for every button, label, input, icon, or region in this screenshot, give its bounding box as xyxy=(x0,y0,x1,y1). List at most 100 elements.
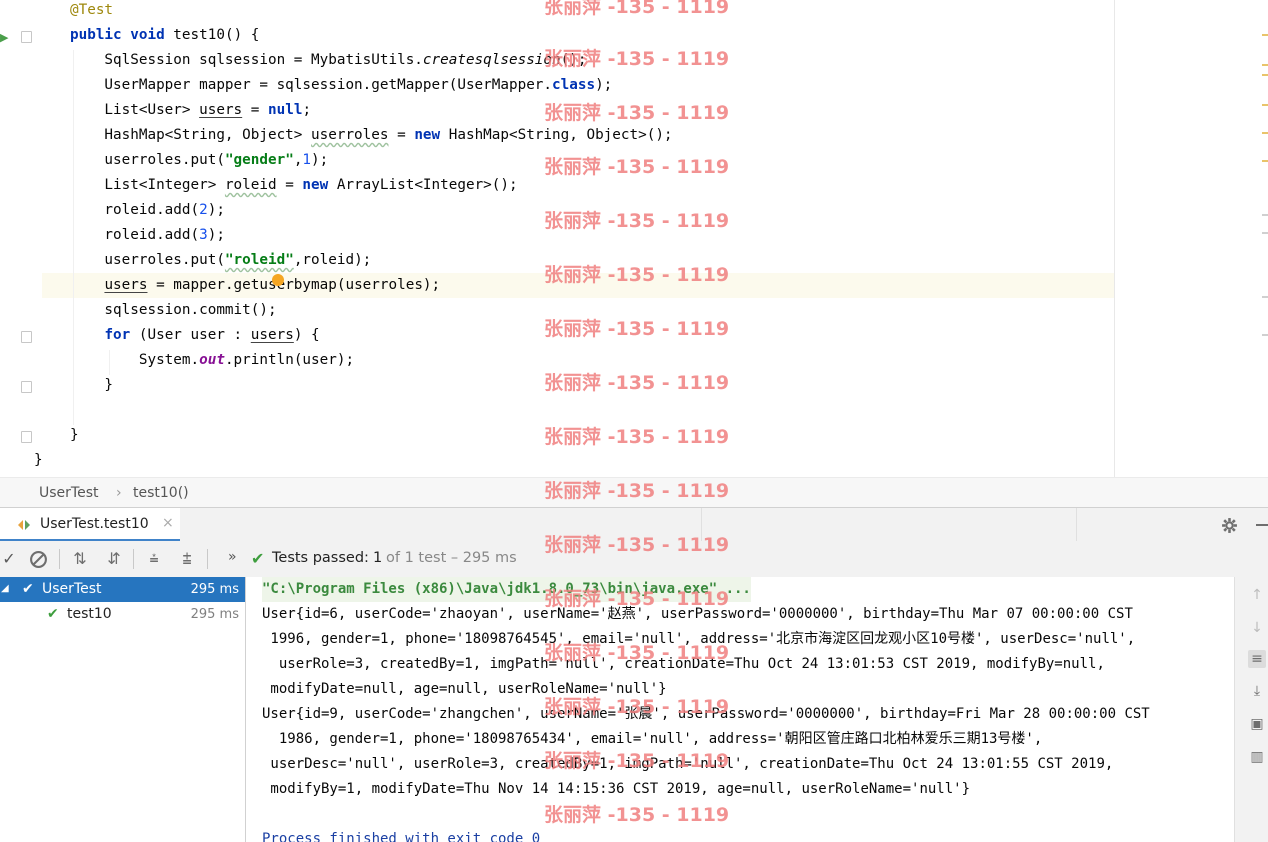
code-token: System. xyxy=(70,352,200,368)
code-line[interactable]: @Test xyxy=(70,0,113,23)
breadcrumb-method[interactable]: test10() xyxy=(133,478,189,508)
code-line[interactable]: users = mapper.getuserbymap(userroles); xyxy=(70,273,440,298)
code-line[interactable]: } xyxy=(70,373,113,398)
code-line[interactable]: UserMapper mapper = sqlsession.getMapper… xyxy=(70,73,612,98)
code-token: roleid.add( xyxy=(70,202,200,218)
passed-check-icon: ✔ xyxy=(22,581,34,597)
tests-status-label: Tests passed: xyxy=(272,550,369,566)
error-stripe-mark[interactable] xyxy=(1262,132,1268,134)
code-line[interactable]: } xyxy=(70,423,79,448)
intention-bulb-icon[interactable] xyxy=(272,274,284,286)
breadcrumb-class[interactable]: UserTest xyxy=(39,478,98,508)
code-editor[interactable]: ▶ @Test public void test10() { SqlSession… xyxy=(0,0,1268,477)
minimize-icon[interactable] xyxy=(1256,524,1268,526)
more-actions-icon[interactable]: » xyxy=(228,549,237,565)
tree-row-test10[interactable]: ✔ test10 295 ms xyxy=(0,602,245,627)
code-token: createsqlsession xyxy=(422,52,561,68)
error-stripe-mark[interactable] xyxy=(1262,104,1268,106)
scroll-to-end-icon[interactable]: ⤓ xyxy=(1248,682,1266,700)
code-token: null xyxy=(268,102,303,118)
code-token: void xyxy=(130,27,165,43)
code-token: = mapper.getuserbymap(userroles); xyxy=(147,277,441,293)
code-token: userroles.put( xyxy=(70,152,225,168)
code-token: List<User> xyxy=(70,102,200,118)
code-token: = xyxy=(388,127,415,143)
tree-item-label: test10 xyxy=(67,606,112,622)
code-line[interactable]: roleid.add(3); xyxy=(70,223,225,248)
console-line: 1986, gender=1, phone='18098765434', ema… xyxy=(262,731,1043,747)
collapse-all-icon[interactable]: ⩲ xyxy=(176,548,198,570)
console-output[interactable]: "C:\Program Files (x86)\Java\jdk1.8.0_73… xyxy=(246,577,1234,842)
error-stripe-mark[interactable] xyxy=(1262,296,1268,298)
code-token: roleid xyxy=(224,177,277,193)
test-results-tree[interactable]: ◢ ✔ UserTest 295 ms ✔ test10 295 ms xyxy=(0,577,246,842)
fold-marker-icon[interactable] xyxy=(21,431,32,443)
error-stripe-mark[interactable] xyxy=(1262,232,1268,234)
code-line[interactable]: sqlsession.commit(); xyxy=(70,298,276,323)
code-line[interactable]: SqlSession sqlsession = MybatisUtils.cre… xyxy=(70,48,586,73)
passed-check-icon: ✔ xyxy=(47,606,59,622)
run-tool-window-tabs: UserTest.test10 × xyxy=(0,507,1268,542)
console-command-line: "C:\Program Files (x86)\Java\jdk1.8.0_73… xyxy=(262,577,751,602)
error-stripe-mark[interactable] xyxy=(1262,34,1268,36)
tab-divider xyxy=(1076,508,1077,542)
gear-icon[interactable] xyxy=(1221,517,1238,534)
code-token: new xyxy=(302,177,329,193)
sort-by-duration-icon[interactable]: ⇵ xyxy=(103,548,125,570)
code-line[interactable]: public void test10() { xyxy=(70,23,259,48)
tests-passed-check-icon: ✔ xyxy=(251,549,265,568)
breadcrumb-separator-icon: › xyxy=(116,485,122,501)
code-token: userroles xyxy=(311,127,389,143)
error-stripe-mark[interactable] xyxy=(1262,334,1268,336)
code-line[interactable]: } xyxy=(34,448,43,473)
expand-arrow-icon[interactable]: ◢ xyxy=(1,576,9,601)
console-line: userDesc='null', userRole=3, createdBy=1… xyxy=(262,756,1114,772)
code-line[interactable]: for (User user : users) { xyxy=(70,323,319,348)
run-tab-usertest-test10[interactable]: UserTest.test10 × xyxy=(0,508,180,542)
fold-marker-icon[interactable] xyxy=(21,31,32,43)
code-token: (); xyxy=(560,52,587,68)
down-arrow-icon[interactable]: ↓ xyxy=(1248,619,1266,637)
trash-icon[interactable]: ▥ xyxy=(1248,748,1266,766)
toolbar-separator xyxy=(133,549,134,569)
tests-status-detail: of 1 test – 295 ms xyxy=(386,550,517,566)
error-stripe-mark[interactable] xyxy=(1262,64,1268,66)
console-line: User{id=9, userCode='zhangchen', userNam… xyxy=(262,706,1150,722)
soft-wrap-icon[interactable]: ≡ xyxy=(1248,650,1266,668)
console-side-toolbar: ↑ ↓ ≡ ⤓ ▣ ▥ xyxy=(1244,577,1268,842)
code-line[interactable]: System.out.println(user); xyxy=(70,348,354,373)
code-line[interactable]: List<User> users = null; xyxy=(70,98,311,123)
right-margin-guide xyxy=(1114,0,1115,477)
error-stripe-mark[interactable] xyxy=(1262,74,1268,76)
run-test-gutter-icon[interactable]: ▶ xyxy=(0,31,8,44)
show-passed-icon[interactable]: ✓ xyxy=(0,548,20,570)
fold-marker-icon[interactable] xyxy=(21,331,32,343)
code-token: out xyxy=(199,352,225,368)
code-line[interactable]: roleid.add(2); xyxy=(70,198,225,223)
code-line[interactable]: HashMap<String, Object> userroles = new … xyxy=(70,123,672,148)
up-arrow-icon[interactable]: ↑ xyxy=(1248,586,1266,604)
code-line[interactable]: List<Integer> roleid = new ArrayList<Int… xyxy=(70,173,517,198)
show-ignored-icon[interactable] xyxy=(29,550,48,569)
code-token: (User user : xyxy=(130,327,251,343)
error-stripe-mark[interactable] xyxy=(1262,214,1268,216)
console-line: 1996, gender=1, phone='18098764545', ema… xyxy=(262,631,1136,647)
tree-item-time: 295 ms xyxy=(190,582,239,597)
close-icon[interactable]: × xyxy=(162,515,174,531)
code-token: public xyxy=(70,27,122,43)
sort-alphabetically-icon[interactable]: ⇅ xyxy=(69,548,91,570)
print-icon[interactable]: ▣ xyxy=(1248,715,1266,733)
code-line[interactable]: userroles.put("gender",1); xyxy=(70,148,328,173)
tree-item-label: UserTest xyxy=(42,581,102,597)
error-stripe-mark[interactable] xyxy=(1262,160,1268,162)
console-line: userRole=3, createdBy=1, imgPath='null',… xyxy=(262,656,1105,672)
fold-marker-icon[interactable] xyxy=(21,381,32,393)
tree-row-usertest[interactable]: ◢ ✔ UserTest 295 ms xyxy=(0,577,245,602)
code-token: @Test xyxy=(70,2,114,18)
code-line[interactable]: userroles.put("roleid",roleid); xyxy=(70,248,371,273)
code-token: users xyxy=(250,327,294,343)
code-token: UserMapper mapper = sqlsession.getMapper… xyxy=(70,77,553,93)
code-token: ); xyxy=(595,77,613,93)
expand-all-icon[interactable]: ⩮ xyxy=(143,548,165,570)
